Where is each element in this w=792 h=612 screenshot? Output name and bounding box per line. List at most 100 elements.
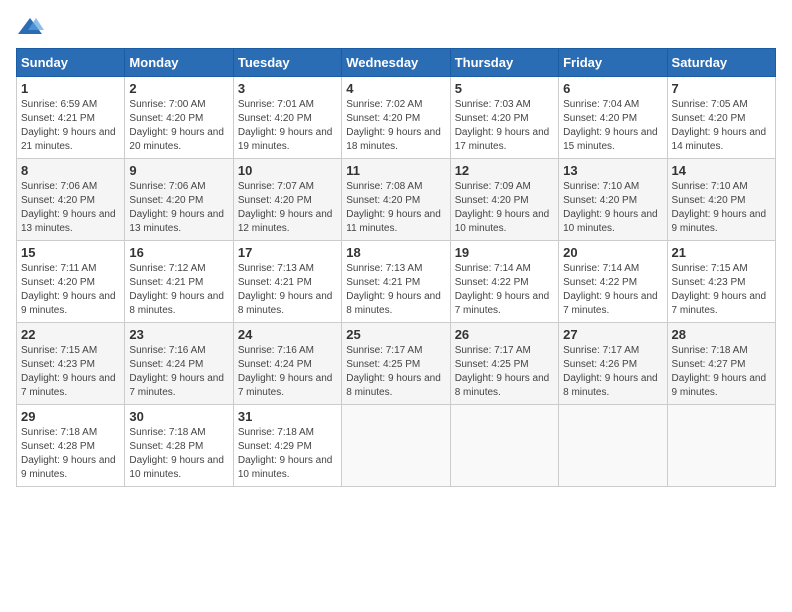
calendar-cell: 29 Sunrise: 7:18 AMSunset: 4:28 PMDayligh…	[17, 405, 125, 487]
weekday-header: Saturday	[667, 49, 775, 77]
calendar-cell: 9 Sunrise: 7:06 AMSunset: 4:20 PMDaylight…	[125, 159, 233, 241]
logo	[16, 16, 48, 38]
weekday-header: Thursday	[450, 49, 558, 77]
day-number: 3	[238, 81, 337, 96]
calendar-cell: 27 Sunrise: 7:17 AMSunset: 4:26 PMDayligh…	[559, 323, 667, 405]
day-info: Sunrise: 7:07 AMSunset: 4:20 PMDaylight:…	[238, 180, 337, 236]
day-info: Sunrise: 7:10 AMSunset: 4:20 PMDaylight:…	[563, 180, 662, 236]
day-number: 26	[455, 327, 554, 342]
weekday-header: Friday	[559, 49, 667, 77]
calendar-cell: 7Sunrise: 7:05 AMSunset: 4:20 PMDaylight…	[667, 77, 775, 159]
day-info: Sunrise: 7:18 AMSunset: 4:28 PMDaylight:…	[129, 426, 228, 482]
day-number: 1	[21, 81, 120, 96]
day-number: 17	[238, 245, 337, 260]
weekday-header: Sunday	[17, 49, 125, 77]
day-number: 10	[238, 163, 337, 178]
day-info: Sunrise: 7:08 AMSunset: 4:20 PMDaylight:…	[346, 180, 445, 236]
weekday-header: Wednesday	[342, 49, 450, 77]
calendar-cell: 11 Sunrise: 7:08 AMSunset: 4:20 PMDayligh…	[342, 159, 450, 241]
day-number: 11	[346, 163, 445, 178]
calendar-week-row: 8 Sunrise: 7:06 AMSunset: 4:20 PMDaylight…	[17, 159, 776, 241]
day-number: 13	[563, 163, 662, 178]
calendar-cell: 24 Sunrise: 7:16 AMSunset: 4:24 PMDayligh…	[233, 323, 341, 405]
day-number: 21	[672, 245, 771, 260]
calendar-week-row: 29 Sunrise: 7:18 AMSunset: 4:28 PMDayligh…	[17, 405, 776, 487]
day-info: Sunrise: 7:09 AMSunset: 4:20 PMDaylight:…	[455, 180, 554, 236]
day-info: Sunrise: 7:00 AMSunset: 4:20 PMDaylight:…	[129, 98, 228, 154]
calendar-cell: 4 Sunrise: 7:02 AMSunset: 4:20 PMDaylight…	[342, 77, 450, 159]
calendar: SundayMondayTuesdayWednesdayThursdayFrid…	[16, 48, 776, 487]
weekday-header-row: SundayMondayTuesdayWednesdayThursdayFrid…	[17, 49, 776, 77]
day-info: Sunrise: 6:59 AMSunset: 4:21 PMDaylight:…	[21, 98, 120, 154]
day-info: Sunrise: 7:06 AMSunset: 4:20 PMDaylight:…	[129, 180, 228, 236]
day-number: 19	[455, 245, 554, 260]
day-info: Sunrise: 7:10 AMSunset: 4:20 PMDaylight:…	[672, 180, 771, 236]
calendar-cell: 5 Sunrise: 7:03 AMSunset: 4:20 PMDaylight…	[450, 77, 558, 159]
day-number: 4	[346, 81, 445, 96]
day-info: Sunrise: 7:12 AMSunset: 4:21 PMDaylight:…	[129, 262, 228, 318]
day-number: 24	[238, 327, 337, 342]
calendar-cell: 18 Sunrise: 7:13 AMSunset: 4:21 PMDayligh…	[342, 241, 450, 323]
header	[16, 16, 776, 38]
day-info: Sunrise: 7:15 AMSunset: 4:23 PMDaylight:…	[672, 262, 771, 318]
day-info: Sunrise: 7:18 AMSunset: 4:28 PMDaylight:…	[21, 426, 120, 482]
day-info: Sunrise: 7:16 AMSunset: 4:24 PMDaylight:…	[129, 344, 228, 400]
day-info: Sunrise: 7:18 AMSunset: 4:27 PMDaylight:…	[672, 344, 771, 400]
weekday-header: Tuesday	[233, 49, 341, 77]
day-info: Sunrise: 7:16 AMSunset: 4:24 PMDaylight:…	[238, 344, 337, 400]
calendar-cell: 23 Sunrise: 7:16 AMSunset: 4:24 PMDayligh…	[125, 323, 233, 405]
day-number: 8	[21, 163, 120, 178]
day-number: 12	[455, 163, 554, 178]
calendar-cell: 14 Sunrise: 7:10 AMSunset: 4:20 PMDayligh…	[667, 159, 775, 241]
calendar-cell: 21 Sunrise: 7:15 AMSunset: 4:23 PMDayligh…	[667, 241, 775, 323]
calendar-cell: 31 Sunrise: 7:18 AMSunset: 4:29 PMDayligh…	[233, 405, 341, 487]
day-info: Sunrise: 7:17 AMSunset: 4:26 PMDaylight:…	[563, 344, 662, 400]
calendar-week-row: 15 Sunrise: 7:11 AMSunset: 4:20 PMDayligh…	[17, 241, 776, 323]
day-number: 2	[129, 81, 228, 96]
calendar-cell: 17Sunrise: 7:13 AMSunset: 4:21 PMDayligh…	[233, 241, 341, 323]
day-number: 28	[672, 327, 771, 342]
day-info: Sunrise: 7:05 AMSunset: 4:20 PMDaylight:…	[672, 98, 771, 154]
day-info: Sunrise: 7:02 AMSunset: 4:20 PMDaylight:…	[346, 98, 445, 154]
calendar-cell: 19 Sunrise: 7:14 AMSunset: 4:22 PMDayligh…	[450, 241, 558, 323]
calendar-cell: 13 Sunrise: 7:10 AMSunset: 4:20 PMDayligh…	[559, 159, 667, 241]
day-number: 18	[346, 245, 445, 260]
calendar-cell: 3 Sunrise: 7:01 AMSunset: 4:20 PMDaylight…	[233, 77, 341, 159]
calendar-cell: 8 Sunrise: 7:06 AMSunset: 4:20 PMDaylight…	[17, 159, 125, 241]
day-number: 15	[21, 245, 120, 260]
day-info: Sunrise: 7:06 AMSunset: 4:20 PMDaylight:…	[21, 180, 120, 236]
calendar-week-row: 1 Sunrise: 6:59 AMSunset: 4:21 PMDaylight…	[17, 77, 776, 159]
day-number: 9	[129, 163, 228, 178]
calendar-cell: 1 Sunrise: 6:59 AMSunset: 4:21 PMDaylight…	[17, 77, 125, 159]
day-info: Sunrise: 7:13 AMSunset: 4:21 PMDaylight:…	[346, 262, 445, 318]
day-number: 31	[238, 409, 337, 424]
day-number: 20	[563, 245, 662, 260]
day-info: Sunrise: 7:11 AMSunset: 4:20 PMDaylight:…	[21, 262, 120, 318]
day-number: 27	[563, 327, 662, 342]
day-info: Sunrise: 7:14 AMSunset: 4:22 PMDaylight:…	[563, 262, 662, 318]
day-info: Sunrise: 7:17 AMSunset: 4:25 PMDaylight:…	[455, 344, 554, 400]
calendar-cell: 25Sunrise: 7:17 AMSunset: 4:25 PMDayligh…	[342, 323, 450, 405]
calendar-cell: 22Sunrise: 7:15 AMSunset: 4:23 PMDayligh…	[17, 323, 125, 405]
day-number: 29	[21, 409, 120, 424]
day-info: Sunrise: 7:01 AMSunset: 4:20 PMDaylight:…	[238, 98, 337, 154]
calendar-cell: 20 Sunrise: 7:14 AMSunset: 4:22 PMDayligh…	[559, 241, 667, 323]
day-number: 16	[129, 245, 228, 260]
calendar-cell: 6 Sunrise: 7:04 AMSunset: 4:20 PMDaylight…	[559, 77, 667, 159]
day-info: Sunrise: 7:17 AMSunset: 4:25 PMDaylight:…	[346, 344, 445, 400]
day-info: Sunrise: 7:18 AMSunset: 4:29 PMDaylight:…	[238, 426, 337, 482]
day-info: Sunrise: 7:14 AMSunset: 4:22 PMDaylight:…	[455, 262, 554, 318]
day-number: 6	[563, 81, 662, 96]
calendar-cell: 2 Sunrise: 7:00 AMSunset: 4:20 PMDaylight…	[125, 77, 233, 159]
day-info: Sunrise: 7:15 AMSunset: 4:23 PMDaylight:…	[21, 344, 120, 400]
calendar-cell	[450, 405, 558, 487]
calendar-week-row: 22Sunrise: 7:15 AMSunset: 4:23 PMDayligh…	[17, 323, 776, 405]
calendar-cell: 28 Sunrise: 7:18 AMSunset: 4:27 PMDayligh…	[667, 323, 775, 405]
day-info: Sunrise: 7:03 AMSunset: 4:20 PMDaylight:…	[455, 98, 554, 154]
day-number: 23	[129, 327, 228, 342]
day-number: 5	[455, 81, 554, 96]
day-number: 14	[672, 163, 771, 178]
calendar-cell: 16 Sunrise: 7:12 AMSunset: 4:21 PMDayligh…	[125, 241, 233, 323]
calendar-cell: 26 Sunrise: 7:17 AMSunset: 4:25 PMDayligh…	[450, 323, 558, 405]
day-info: Sunrise: 7:04 AMSunset: 4:20 PMDaylight:…	[563, 98, 662, 154]
